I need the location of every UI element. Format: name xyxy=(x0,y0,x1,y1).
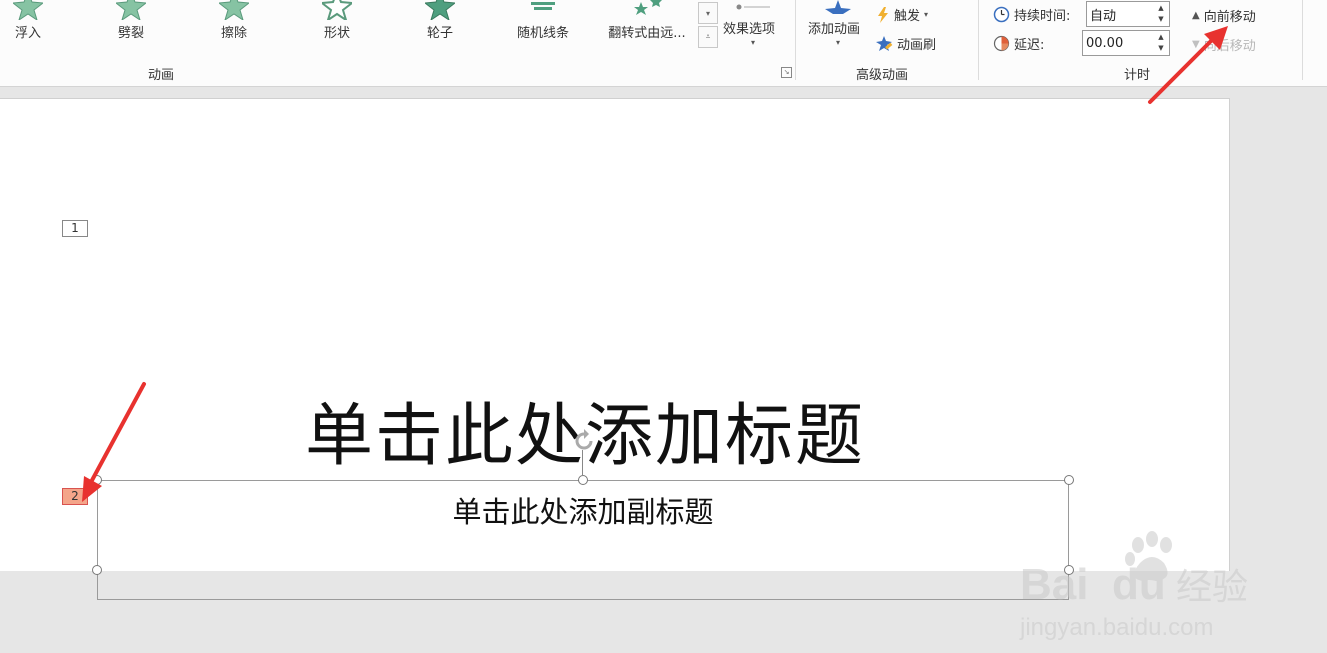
star-icon xyxy=(219,0,249,20)
star-icon xyxy=(13,0,43,20)
subtitle-placeholder[interactable]: 单击此处添加副标题 xyxy=(98,489,1068,531)
red-arrow-pointing-move-earlier xyxy=(1148,26,1228,104)
animation-label: 随机线条 xyxy=(516,26,569,41)
star-icon xyxy=(322,0,352,20)
animation-label: 劈裂 xyxy=(117,26,144,41)
move-earlier-button[interactable]: ▲ 向前移动 xyxy=(1192,6,1256,25)
group-separator xyxy=(795,0,796,80)
baidu-logo-icon: Bai du 经验 jingyan.baidu.com xyxy=(1019,531,1248,641)
animation-label: 轮子 xyxy=(426,26,453,41)
group-separator xyxy=(1302,0,1303,80)
add-animation-button[interactable]: 添加动画 ▾ xyxy=(803,0,873,56)
animation-painter-label: 动画刷 xyxy=(897,38,937,53)
chevron-down-icon: ▾ xyxy=(924,10,929,19)
add-animation-label: 添加动画 xyxy=(808,22,861,37)
delay-label-row: 延迟: xyxy=(993,34,1044,53)
animation-split[interactable]: 劈裂 xyxy=(88,0,174,48)
animation-group-label: 动画 xyxy=(148,68,175,83)
lightning-icon xyxy=(878,6,888,23)
animation-wipe[interactable]: 擦除 xyxy=(191,0,277,48)
animation-painter-button[interactable]: 动画刷 xyxy=(875,34,936,53)
watermark-url: jingyan.baidu.com xyxy=(1019,614,1213,641)
spin-down-icon[interactable]: ▼ xyxy=(1155,14,1167,25)
animation-painter-icon xyxy=(876,35,893,51)
red-arrow-pointing-tag-2 xyxy=(82,382,146,502)
move-earlier-label: 向前移动 xyxy=(1203,10,1256,25)
trigger-button[interactable]: 触发 ▾ xyxy=(876,5,928,24)
resize-handle-top-right[interactable] xyxy=(1064,475,1074,485)
triangle-up-icon: ▲ xyxy=(1192,10,1200,21)
delay-label: 延迟: xyxy=(1014,38,1045,53)
subtitle-placeholder-box[interactable]: 单击此处添加副标题 xyxy=(97,480,1069,600)
effect-options-button[interactable]: 效果选项 ▾ xyxy=(718,0,790,56)
duration-label: 持续时间: xyxy=(1014,9,1071,24)
animation-label: 擦除 xyxy=(220,26,247,41)
advanced-group-label: 高级动画 xyxy=(856,68,909,83)
watermark-brand-text: Bai xyxy=(1020,560,1088,609)
random-bars-icon xyxy=(531,2,555,10)
animation-random-bars[interactable]: 随机线条 xyxy=(500,0,586,48)
svg-text:du: du xyxy=(1112,560,1166,609)
rotate-handle-icon[interactable] xyxy=(569,426,599,456)
slide-canvas[interactable]: 1 单击此处添加标题 2 单击此处添加副标题 Bai du 经验 jingyan… xyxy=(0,98,1248,641)
baidu-watermark: Bai du 经验 jingyan.baidu.com xyxy=(1016,519,1266,649)
animation-shape[interactable]: 形状 xyxy=(294,0,380,48)
star-icon xyxy=(116,0,146,20)
animation-label: 浮入 xyxy=(14,26,41,41)
dialog-launcher-icon[interactable]: ↘ xyxy=(781,67,792,78)
ribbon: 浮入 劈裂 擦除 形状 轮子 随机线条 翻转式由远... ▾ ⩡ 效果选项 ▾ … xyxy=(0,0,1327,87)
star-icon xyxy=(425,0,455,20)
chevron-down-icon: ▾ xyxy=(751,38,756,47)
clock-icon xyxy=(993,6,1010,23)
duration-spinner[interactable]: ▲ ▼ xyxy=(1086,1,1170,27)
animation-label: 翻转式由远... xyxy=(608,26,686,41)
animation-label: 形状 xyxy=(323,26,350,41)
effect-options-icon xyxy=(736,4,770,10)
animation-wheel[interactable]: 轮子 xyxy=(397,0,483,48)
gallery-more-button[interactable]: ⩡ xyxy=(698,26,718,48)
chevron-down-icon: ▾ xyxy=(836,38,841,47)
delay-icon xyxy=(993,35,1010,52)
spin-up-icon[interactable]: ▲ xyxy=(1155,3,1167,14)
animation-float-in[interactable]: 浮入 xyxy=(0,0,71,48)
trigger-label: 触发 xyxy=(894,9,921,24)
animation-flip[interactable]: 翻转式由远... xyxy=(604,0,690,48)
delay-input[interactable] xyxy=(1086,33,1148,53)
duration-label-row: 持续时间: xyxy=(993,5,1070,24)
star-icon xyxy=(825,0,851,14)
gallery-scroll-down[interactable]: ▾ xyxy=(698,2,718,24)
duration-input[interactable] xyxy=(1090,4,1152,24)
animation-order-tag-1[interactable]: 1 xyxy=(62,220,88,237)
resize-handle-top-center[interactable] xyxy=(578,475,588,485)
group-separator xyxy=(978,0,979,80)
resize-handle-bottom-left[interactable] xyxy=(92,565,102,575)
svg-text:经验: 经验 xyxy=(1176,567,1248,608)
effect-options-label: 效果选项 xyxy=(723,22,776,37)
star-icon xyxy=(634,0,662,15)
